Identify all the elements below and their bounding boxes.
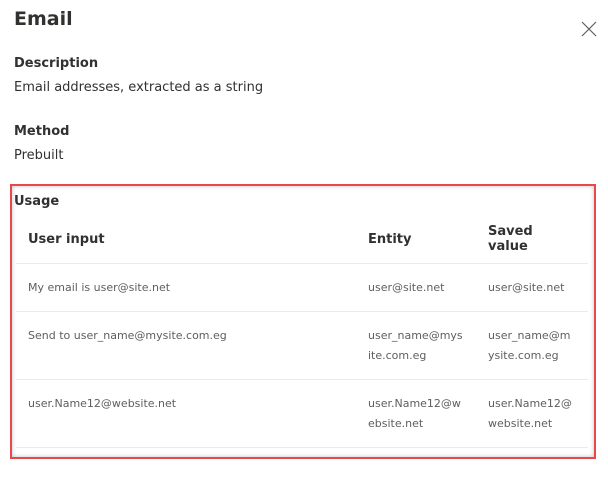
usage-section: Usage User input Entity Saved value My e…: [10, 184, 596, 459]
close-icon[interactable]: [580, 20, 598, 38]
column-header-entity: Entity: [356, 220, 476, 264]
usage-table: User input Entity Saved value My email i…: [16, 220, 588, 448]
table-row: My email is user@site.net user@site.net …: [16, 263, 588, 312]
saved-value-cell: user.Name12@website.net: [476, 379, 588, 448]
method-label: Method: [14, 124, 70, 139]
entity-cell: user.Name12@website.net: [356, 379, 476, 448]
method-value: Prebuilt: [14, 148, 64, 163]
description-value: Email addresses, extracted as a string: [14, 80, 264, 95]
saved-value-cell: user_name@mysite.com.eg: [476, 311, 588, 380]
panel-title: Email: [14, 8, 73, 30]
entity-cell: user_name@mysite.com.eg: [356, 311, 476, 380]
description-label: Description: [14, 56, 99, 71]
entity-cell: user@site.net: [356, 263, 476, 312]
usage-label: Usage: [14, 194, 60, 209]
column-header-user-input: User input: [16, 220, 356, 264]
saved-value-cell: user@site.net: [476, 263, 588, 312]
column-header-saved-value: Saved value: [476, 220, 588, 264]
user-input-cell: user.Name12@website.net: [16, 379, 356, 448]
user-input-cell: Send to user_name@mysite.com.eg: [16, 311, 356, 380]
table-row: user.Name12@website.net user.Name12@webs…: [16, 379, 588, 448]
table-row: Send to user_name@mysite.com.eg user_nam…: [16, 311, 588, 380]
user-input-cell: My email is user@site.net: [16, 263, 356, 312]
